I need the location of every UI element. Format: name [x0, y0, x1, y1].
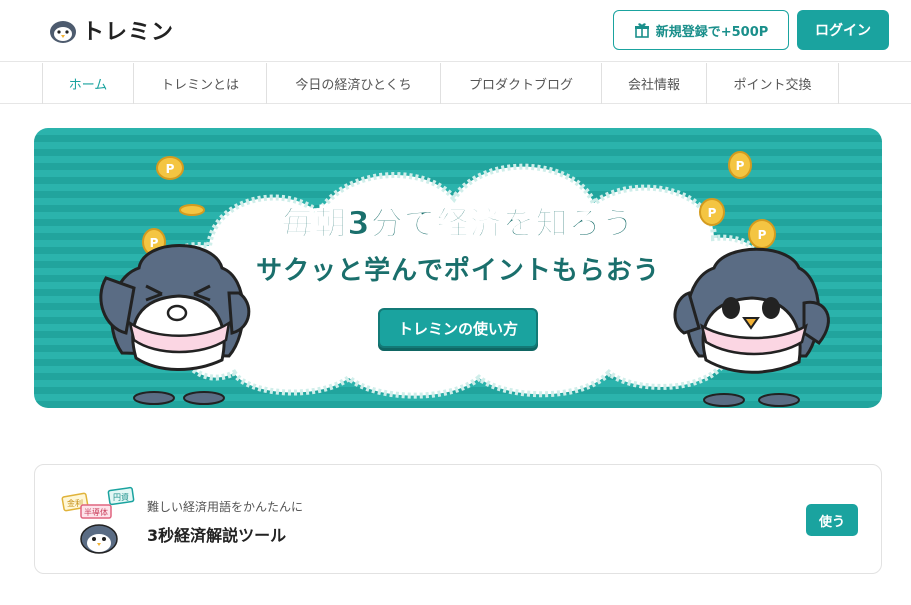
penguin-icon: [80, 524, 118, 554]
main-nav: ホーム トレミンとは 今日の経済ひとくち プロダクトブログ 会社情報 ポイント交…: [0, 63, 911, 104]
nav-item-point-exchange[interactable]: ポイント交換: [706, 63, 839, 104]
tool-subtitle: 難しい経済用語をかんたんに: [147, 500, 304, 514]
nav-item-daily-economy[interactable]: 今日の経済ひとくち: [266, 63, 440, 104]
login-button[interactable]: ログイン: [797, 10, 889, 50]
logo-text: トレミン: [82, 20, 175, 45]
svg-text:P: P: [736, 159, 745, 173]
nav-item-home[interactable]: ホーム: [42, 63, 133, 104]
svg-text:P: P: [166, 162, 175, 176]
nav-item-company[interactable]: 会社情報: [601, 63, 706, 104]
svg-text:半導体: 半導体: [84, 507, 108, 517]
use-tool-button[interactable]: 使う: [806, 504, 858, 536]
tool-illustration: 金利 円資 半導体: [61, 486, 135, 554]
coin-icon: P: [156, 156, 184, 180]
economy-tool-card[interactable]: 金利 円資 半導体 難しい経済用語をかんたんに 3秒経済解説ツール 使う: [34, 464, 882, 574]
penguin-logo-icon: [50, 21, 76, 43]
tool-title: 3秒経済解説ツール: [147, 526, 287, 545]
nav-item-product-blog[interactable]: プロダクトブログ: [440, 63, 601, 104]
hero-subtitle: サクッと学んでポイントもらおう: [256, 256, 660, 286]
svg-text:円資: 円資: [113, 492, 129, 502]
tag-icon: 円資: [107, 486, 135, 506]
coin-icon: P: [728, 151, 752, 179]
hero-title: 毎朝3分で経済を知ろう: [281, 204, 635, 243]
site-header: トレミン 新規登録で+500P ログイン: [0, 0, 911, 62]
nav-item-about[interactable]: トレミンとは: [133, 63, 266, 104]
how-to-use-button[interactable]: トレミンの使い方: [378, 308, 538, 348]
register-button[interactable]: 新規登録で+500P: [613, 10, 789, 50]
logo[interactable]: トレミン: [48, 14, 174, 46]
register-label: 新規登録で+500P: [655, 24, 769, 40]
gift-icon: [634, 23, 649, 38]
hero-banner: P P P P P 毎朝3分で経済を知ろう サクッと学んでポイントもらおう トレ…: [34, 128, 882, 408]
tag-icon: 半導体: [80, 504, 112, 519]
